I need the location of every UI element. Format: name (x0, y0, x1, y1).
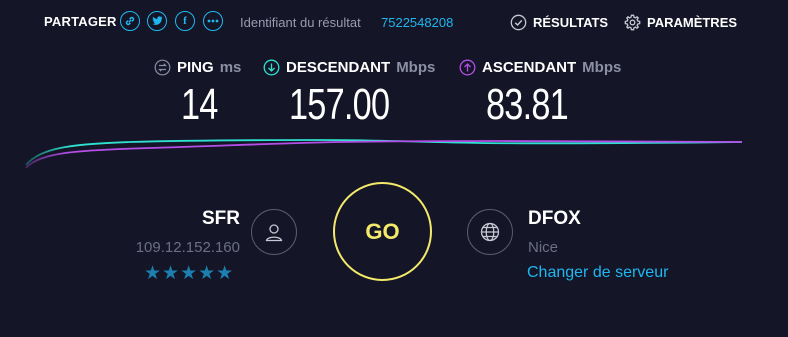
ping-header: PING ms (154, 59, 241, 76)
isp-ip: 109.12.152.160 (135, 239, 240, 256)
result-id-link[interactable]: 7522548208 (381, 15, 453, 30)
speed-graph (25, 139, 743, 169)
link-icon[interactable] (120, 11, 140, 31)
results-nav-button[interactable]: RÉSULTATS (510, 14, 608, 31)
isp-name: SFR (202, 208, 240, 229)
isp-rating-stars[interactable]: ★★★★★ (144, 262, 234, 285)
download-label: DESCENDANT (286, 59, 391, 76)
twitter-icon[interactable] (147, 11, 167, 31)
server-city: Nice (528, 239, 559, 256)
result-id-label: Identifiant du résultat (240, 15, 361, 30)
check-circle-icon (510, 14, 527, 31)
user-icon (251, 209, 297, 255)
settings-nav-button[interactable]: PARAMÈTRES (624, 14, 737, 31)
upload-header: ASCENDANT Mbps (459, 59, 621, 76)
ping-icon (154, 59, 171, 76)
upload-speed-line (25, 140, 743, 169)
download-speed-line (25, 139, 743, 166)
upload-unit: Mbps (582, 59, 622, 76)
gear-icon (624, 14, 641, 31)
ping-unit: ms (219, 59, 242, 76)
globe-icon (467, 209, 513, 255)
more-icon[interactable] (203, 11, 223, 31)
share-label: PARTAGER (44, 14, 117, 29)
server-name: DFOX (528, 208, 581, 229)
download-header: DESCENDANT Mbps (263, 59, 435, 76)
download-icon (263, 59, 280, 76)
upload-label: ASCENDANT (482, 59, 577, 76)
ping-label: PING (177, 59, 214, 76)
facebook-icon[interactable]: f (175, 11, 195, 31)
upload-icon (459, 59, 476, 76)
settings-nav-label: PARAMÈTRES (647, 15, 738, 30)
results-nav-label: RÉSULTATS (533, 15, 609, 30)
go-button[interactable]: GO (333, 182, 432, 281)
download-unit: Mbps (396, 59, 436, 76)
change-server-link[interactable]: Changer de serveur (527, 264, 668, 282)
